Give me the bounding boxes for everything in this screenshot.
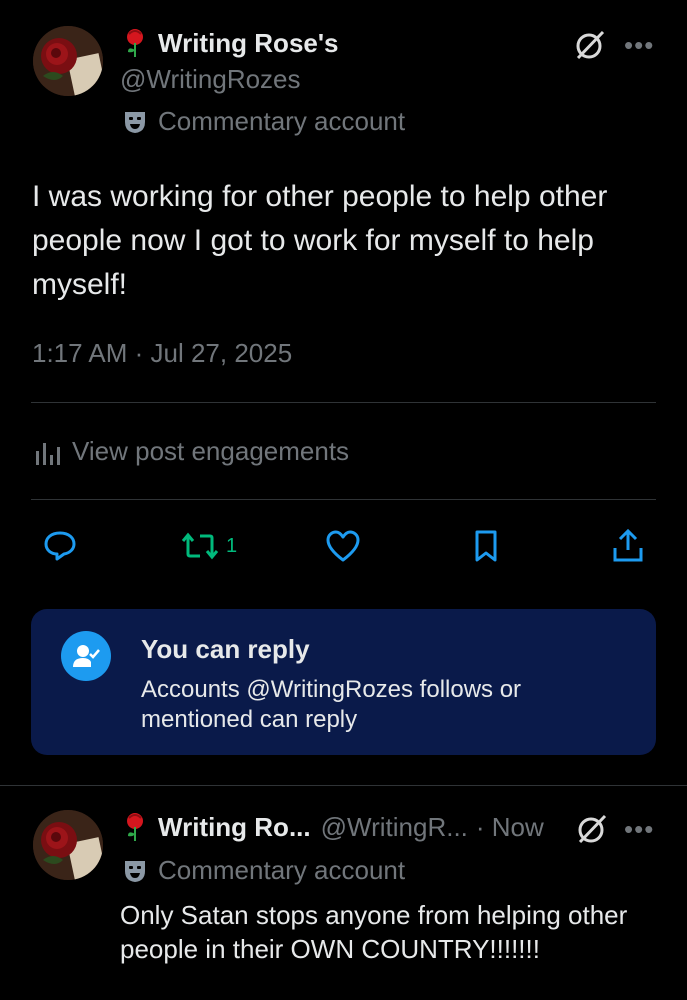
reply-commentary-label-text: Commentary account (158, 855, 406, 885)
commentary-label-text: Commentary account (158, 106, 406, 136)
heart-icon (326, 530, 360, 562)
divider-middle (31, 499, 656, 500)
comment-icon (44, 531, 76, 561)
reply-handle[interactable]: @WritingR... (321, 812, 468, 843)
view-engagements-label: View post engagements (72, 436, 350, 466)
theater-masks-icon (122, 858, 148, 884)
analytics-icon (34, 437, 62, 467)
reply-restriction-description: Accounts @WritingRozes follows or mentio… (141, 676, 522, 733)
share-action[interactable] (608, 526, 648, 566)
reply-time[interactable]: · Now (476, 812, 544, 843)
author-avatar[interactable] (33, 26, 103, 96)
repost-action[interactable]: 1 (180, 526, 237, 566)
grok-icon[interactable] (573, 28, 607, 62)
divider-top (31, 402, 656, 403)
reply-more-options-icon[interactable]: ••• (624, 814, 654, 845)
user-check-icon (61, 631, 111, 681)
bookmark-icon (475, 530, 497, 562)
rose-emoji-icon (124, 28, 150, 58)
reply-text: Only Satan stops anyone from helping oth… (120, 900, 628, 964)
reply-action[interactable] (40, 526, 80, 566)
like-action[interactable] (323, 526, 363, 566)
post-timestamp[interactable]: 1:17 AM · Jul 27, 2025 (32, 338, 292, 369)
view-engagements-link[interactable]: View post engagements (34, 436, 349, 467)
repost-icon (181, 532, 219, 560)
bookmark-action[interactable] (466, 526, 506, 566)
repost-count: 1 (226, 534, 238, 557)
divider-bottom (0, 785, 687, 786)
theater-masks-icon (122, 109, 148, 135)
reply-restriction-banner: You can reply Accounts @WritingRozes fol… (31, 609, 656, 755)
reply-display-name[interactable]: Writing Ro... (158, 812, 311, 843)
reply-name-row: Writing Ro... @WritingR... · Now (124, 810, 544, 844)
author-display-name[interactable]: Writing Rose's (158, 28, 339, 59)
author-name-row: Writing Rose's (124, 26, 339, 60)
more-options-icon[interactable]: ••• (624, 30, 654, 61)
share-icon (613, 528, 643, 562)
rose-emoji-icon (124, 812, 150, 842)
author-handle[interactable]: @WritingRozes (120, 64, 301, 95)
reply-restriction-title: You can reply (141, 634, 310, 664)
reply-commentary-label: Commentary account (122, 855, 405, 886)
commentary-label: Commentary account (122, 106, 405, 137)
post-text: I was working for other people to help o… (32, 180, 608, 301)
reply-grok-icon[interactable] (575, 812, 609, 846)
reply-author-avatar[interactable] (33, 810, 103, 880)
